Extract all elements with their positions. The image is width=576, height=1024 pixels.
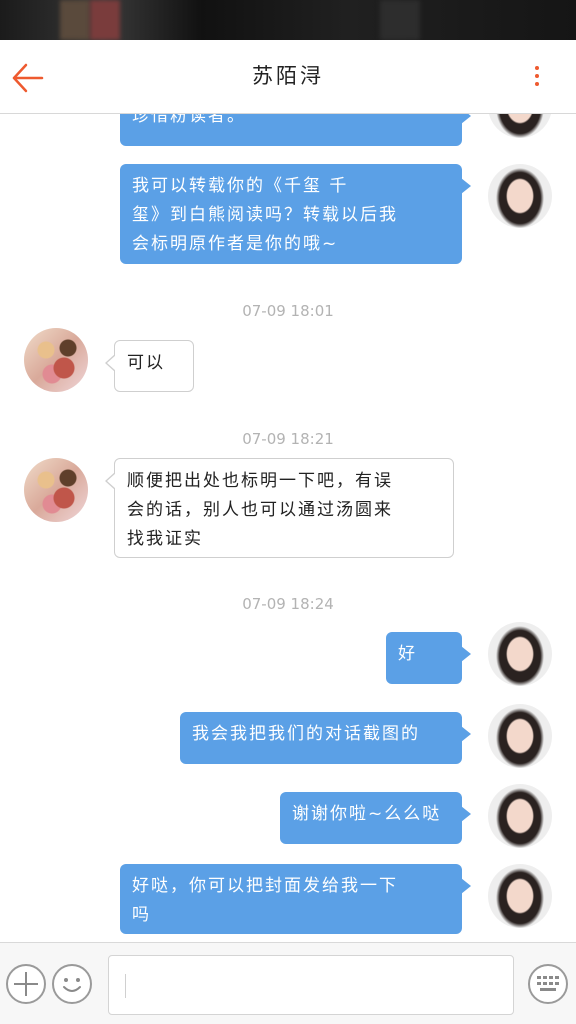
page-title: 苏陌浔	[252, 64, 324, 88]
message-bubble-me[interactable]: 珍惜粉读者。	[120, 114, 471, 146]
message-line: 找我证实	[127, 529, 203, 549]
keyboard-icon	[537, 976, 559, 991]
message-line: 谢谢你啦~么么哒	[292, 804, 442, 824]
avatar-me[interactable]	[488, 164, 552, 228]
chat-header: 苏陌浔	[0, 40, 576, 114]
avatar-me[interactable]	[488, 622, 552, 686]
status-bar-block	[90, 0, 120, 40]
more-menu-button[interactable]	[524, 62, 550, 94]
message-line: 珍惜粉读者。	[132, 114, 246, 126]
message-timestamp: 07-09 18:01	[242, 302, 334, 320]
keyboard-button[interactable]	[528, 964, 568, 1004]
chat-area[interactable]: 珍惜粉读者。 我可以转载你的《千玺 千 玺》到白熊阅读吗？转载以后我 会标明原作…	[0, 114, 576, 942]
message-line: 玺》到白熊阅读吗？转载以后我	[132, 205, 398, 225]
text-caret	[125, 974, 126, 998]
message-bubble-other[interactable]: 顺便把出处也标明一下吧，有误 会的话，别人也可以通过汤圆来 找我证实	[105, 458, 454, 558]
message-bubble-me[interactable]: 好	[386, 632, 471, 684]
avatar-other[interactable]	[24, 328, 88, 392]
message-line: 顺便把出处也标明一下吧，有误	[127, 471, 393, 491]
status-bar-block	[380, 0, 420, 40]
emoji-icon	[63, 978, 81, 992]
status-bar-block	[60, 0, 90, 40]
message-line: 会的话，别人也可以通过汤圆来	[127, 500, 393, 520]
back-button[interactable]	[8, 58, 48, 98]
message-input-bar	[0, 942, 576, 1024]
message-line: 会标明原作者是你的哦~	[132, 234, 339, 254]
message-timestamp: 07-09 18:21	[242, 430, 334, 448]
more-dot-icon	[535, 66, 539, 70]
message-bubble-me[interactable]: 我可以转载你的《千玺 千 玺》到白熊阅读吗？转载以后我 会标明原作者是你的哦~	[120, 164, 471, 264]
message-line: 好哒，你可以把封面发给我一下	[132, 876, 398, 896]
message-bubble-me[interactable]: 我会我把我们的对话截图的	[180, 712, 471, 764]
more-dot-icon	[535, 74, 539, 78]
message-timestamp: 07-09 18:24	[242, 595, 334, 613]
add-icon	[14, 972, 38, 996]
message-line: 我会我把我们的对话截图的	[192, 724, 420, 744]
back-arrow-icon	[12, 63, 44, 93]
avatar-me[interactable]	[488, 784, 552, 848]
message-bubble-me[interactable]: 谢谢你啦~么么哒	[280, 792, 471, 844]
avatar-other[interactable]	[24, 458, 88, 522]
avatar-me[interactable]	[488, 704, 552, 768]
add-button[interactable]	[6, 964, 46, 1004]
message-bubble-other[interactable]: 可以	[105, 340, 194, 392]
more-dot-icon	[535, 82, 539, 86]
message-line: 我可以转载你的《千玺 千	[132, 176, 349, 196]
message-input[interactable]	[108, 955, 514, 1015]
avatar-me[interactable]	[488, 864, 552, 928]
status-bar	[0, 0, 576, 40]
message-bubble-me[interactable]: 好哒，你可以把封面发给我一下 吗	[120, 864, 471, 934]
message-line: 好	[398, 644, 417, 664]
message-line: 吗	[132, 905, 151, 925]
message-line: 可以	[127, 353, 165, 373]
emoji-button[interactable]	[52, 964, 92, 1004]
avatar-me[interactable]	[488, 114, 552, 138]
